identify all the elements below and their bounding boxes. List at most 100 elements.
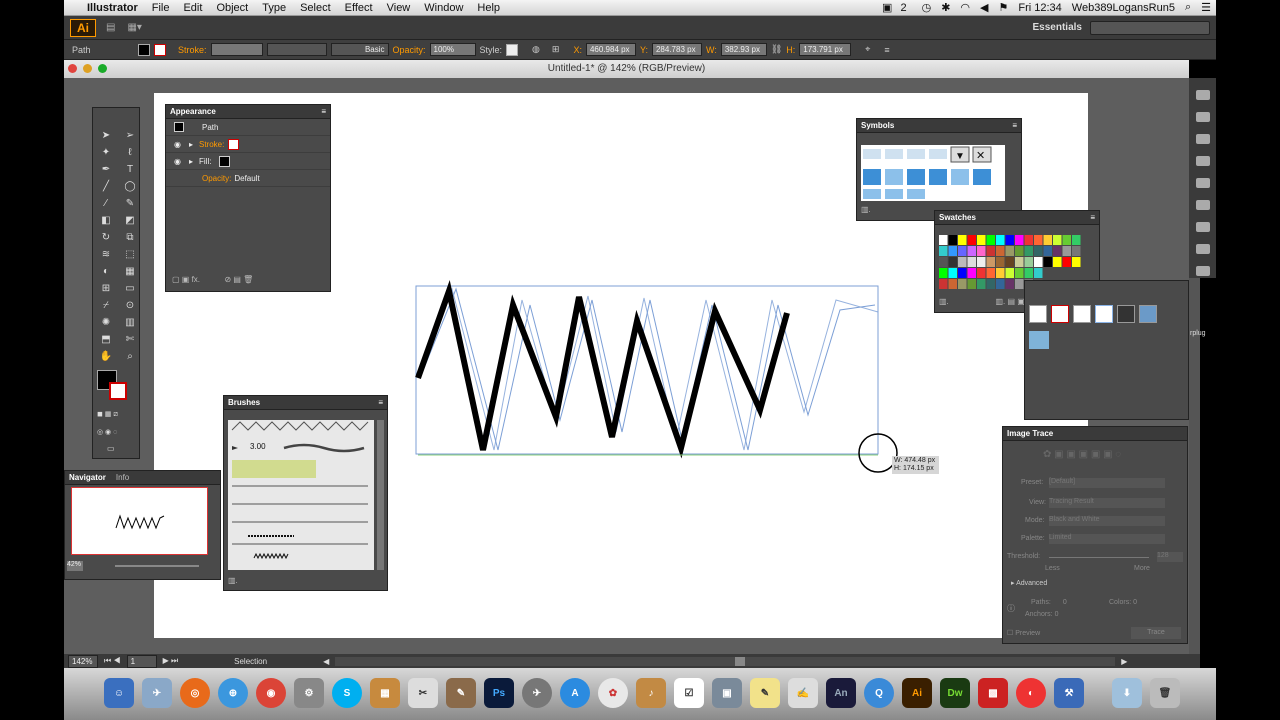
appearance-opacity-label[interactable]: Opacity: — [202, 174, 231, 183]
paintbrush-tool-icon[interactable]: ∕ — [95, 196, 117, 210]
xcode-icon[interactable]: ⚒ — [1054, 678, 1084, 708]
artboard-tool-icon[interactable]: ⬒ — [95, 332, 117, 346]
swatches-menu-icon[interactable]: ≡ — [1090, 211, 1095, 225]
color-panel-icon[interactable] — [1195, 90, 1210, 100]
image-capture-icon[interactable]: ▣ — [712, 678, 742, 708]
line-tool-icon[interactable]: ╱ — [95, 179, 117, 193]
graph-tool-icon[interactable]: ▥ — [119, 315, 141, 329]
garageband-icon[interactable]: ♪ — [636, 678, 666, 708]
brushes-panel-header[interactable]: Brushes ≡ — [224, 396, 387, 410]
free-transform-tool-icon[interactable]: ⬚ — [119, 247, 141, 261]
system-preferences-icon[interactable]: ⚙ — [294, 678, 324, 708]
eyedropper-tool-icon[interactable]: ⌿ — [95, 298, 117, 312]
firefox-icon[interactable]: ◎ — [180, 678, 210, 708]
width-tool-icon[interactable]: ≋ — [95, 247, 117, 261]
shape-builder-tool-icon[interactable]: ◐ — [95, 264, 117, 278]
app-store-icon[interactable]: A — [560, 678, 590, 708]
selection-tool-icon[interactable]: ➤ — [95, 128, 117, 142]
zoom-tool-icon[interactable]: ⌕ — [119, 349, 141, 363]
symbols-dock-icon[interactable] — [1195, 178, 1210, 188]
slice-tool-icon[interactable]: ✄ — [119, 332, 141, 346]
navigator-preview[interactable] — [71, 487, 208, 555]
utilities-icon[interactable]: ✂ — [408, 678, 438, 708]
trash-icon[interactable]: 🗑 — [1150, 678, 1180, 708]
stroke-color-box[interactable] — [109, 382, 127, 400]
type-tool-icon[interactable]: T — [119, 162, 141, 176]
appearance-panel-header[interactable]: Appearance ≡ — [166, 105, 330, 119]
artboards-dock-icon[interactable] — [1195, 266, 1210, 276]
eraser-tool-icon[interactable]: ◩ — [119, 213, 141, 227]
dreamweaver-icon[interactable]: Dw — [940, 678, 970, 708]
lasso-tool-icon[interactable]: ℓ — [119, 145, 141, 159]
appearance-dock-icon[interactable] — [1195, 222, 1210, 232]
color-mode-buttons[interactable]: ◼ ▦ ⧄ — [97, 410, 135, 420]
navigator-zoom-field[interactable]: 42% — [67, 561, 83, 571]
first-artboard-icon[interactable]: ⏮ ◀ — [104, 656, 121, 666]
pencil-tool-icon[interactable]: ✎ — [119, 196, 141, 210]
safari-icon[interactable]: ⊕ — [218, 678, 248, 708]
navigator-zoom-slider[interactable] — [115, 565, 199, 567]
appearance-opacity-row[interactable]: Opacity: Default — [166, 170, 330, 187]
panel-menu-icon[interactable]: ≡ — [321, 105, 326, 119]
mesh-tool-icon[interactable]: ⊞ — [95, 281, 117, 295]
color-guide-icon[interactable] — [1195, 112, 1210, 122]
downloads-folder-icon[interactable]: ⬇ — [1112, 678, 1142, 708]
brushes-scrollbar[interactable] — [377, 420, 384, 570]
symbols-menu-icon[interactable]: ≡ — [1012, 119, 1017, 133]
appearance-stroke-swatch[interactable] — [228, 138, 240, 150]
chrome-icon[interactable]: ◉ — [256, 678, 286, 708]
preview-app-icon[interactable]: ✈ — [142, 678, 172, 708]
magic-wand-tool-icon[interactable]: ✦ — [95, 145, 117, 159]
appearance-stroke-label[interactable]: Stroke: — [199, 140, 224, 149]
zoom-level-field[interactable]: 142% — [68, 654, 98, 668]
horizontal-scroll-left-icon[interactable]: ◀ — [323, 657, 329, 666]
horizontal-scrollbar[interactable] — [335, 656, 1116, 666]
draw-mode-buttons[interactable]: ◎ ◉ ◌ — [97, 428, 135, 438]
appearance-stroke-row[interactable]: ◉ ▸ Stroke: — [166, 136, 330, 153]
appearance-footer-icons[interactable]: ▢ ▣ fx. ⊘ ▤ 🗑 — [172, 275, 253, 284]
pen-tool-icon[interactable]: ✒ — [95, 162, 117, 176]
appearance-fill-row[interactable]: ◉ ▸ Fill: — [166, 153, 330, 170]
appearance-path-row[interactable]: Path — [166, 119, 330, 136]
status-tool-name[interactable]: Selection — [234, 657, 267, 666]
hand-tool-icon[interactable]: ✋ — [95, 349, 117, 363]
animate-icon[interactable]: An — [826, 678, 856, 708]
perspective-grid-tool-icon[interactable]: ▦ — [119, 264, 141, 278]
finder-icon[interactable]: ☺ — [104, 678, 134, 708]
stroke-expand-icon[interactable]: ▸ — [189, 140, 193, 149]
brushes-dock-icon[interactable] — [1195, 156, 1210, 166]
advanced-toggle[interactable]: ▸ Advanced — [1011, 579, 1047, 587]
screen-mode-icon[interactable]: ▭ — [107, 444, 127, 454]
appearance-fill-label[interactable]: Fill: — [199, 157, 211, 166]
graphic-styles-dock-icon[interactable] — [1195, 200, 1210, 210]
brushes-menu-icon[interactable]: ≡ — [378, 396, 383, 410]
acrobat-icon[interactable]: ◐ — [1016, 678, 1046, 708]
toolbox-icon[interactable]: ✎ — [446, 678, 476, 708]
swatches-panel-header[interactable]: Swatches ≡ — [935, 211, 1099, 225]
symbols-panel-header[interactable]: Symbols ≡ — [857, 119, 1021, 133]
info-tab[interactable]: Info — [116, 471, 129, 484]
direct-selection-tool-icon[interactable]: ➢ — [119, 128, 141, 142]
blend-tool-icon[interactable]: ⊙ — [119, 298, 141, 312]
photoshop-icon[interactable]: Ps — [484, 678, 514, 708]
reminders-icon[interactable]: ☑ — [674, 678, 704, 708]
next-artboard-icon[interactable]: ▶ ⏭ — [163, 656, 179, 666]
illustrator-dock-icon[interactable]: Ai — [902, 678, 932, 708]
gradient-tool-icon[interactable]: ▭ — [119, 281, 141, 295]
grid-app-icon[interactable]: ▦ — [370, 678, 400, 708]
textedit-icon[interactable]: ✍ — [788, 678, 818, 708]
symbols-library-icon[interactable]: ▥. — [861, 205, 871, 214]
graphic-style-thumb[interactable] — [1029, 331, 1049, 349]
symbol-sprayer-tool-icon[interactable]: ✺ — [95, 315, 117, 329]
appearance-fill-swatch[interactable] — [219, 155, 231, 167]
blob-brush-tool-icon[interactable]: ◧ — [95, 213, 117, 227]
quicktime-icon[interactable]: Q — [864, 678, 894, 708]
brushes-library-icon[interactable]: ▥. — [228, 576, 238, 585]
photo-booth-icon[interactable]: ▩ — [978, 678, 1008, 708]
layers-dock-icon[interactable] — [1195, 244, 1210, 254]
symbols-grid[interactable]: ▼ ✕ — [861, 145, 1005, 201]
ellipse-tool-icon[interactable]: ◯ — [119, 179, 141, 193]
brushes-list[interactable]: 3.00 — [228, 420, 374, 570]
stickies-icon[interactable]: ✎ — [750, 678, 780, 708]
navigator-tab[interactable]: Navigator — [69, 471, 106, 484]
